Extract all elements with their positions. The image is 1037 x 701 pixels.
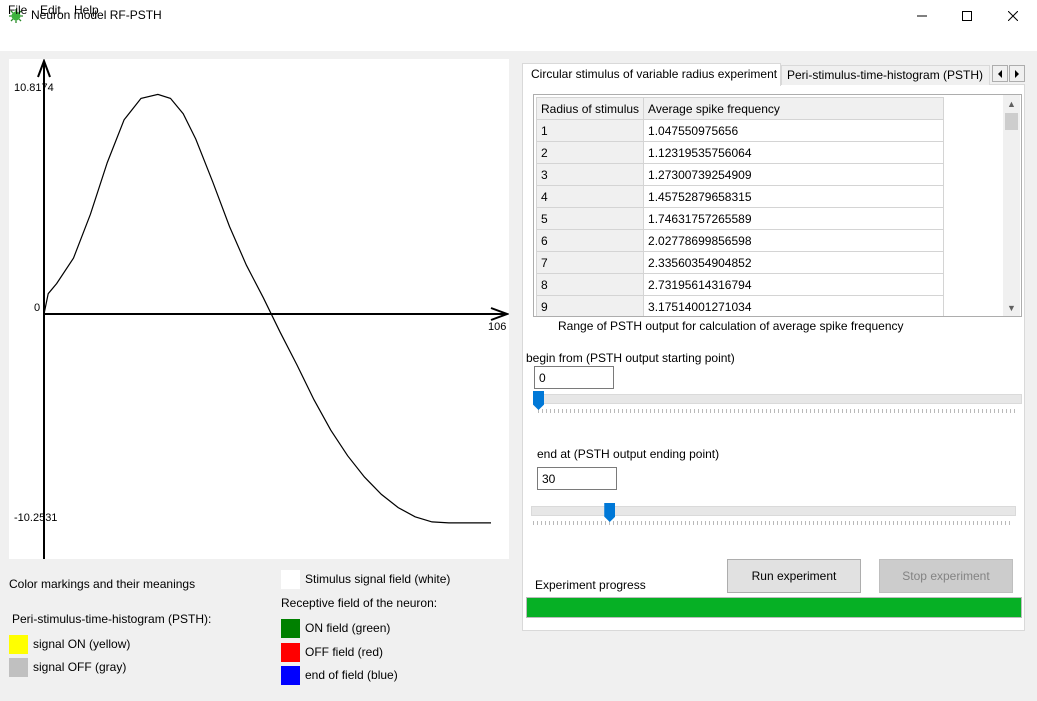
range-label: Range of PSTH output for calculation of …	[558, 319, 904, 333]
stop-experiment-button[interactable]: Stop experiment	[879, 559, 1013, 593]
end-input[interactable]	[537, 467, 617, 490]
begin-input[interactable]	[534, 366, 614, 389]
begin-slider-ticks	[538, 409, 1018, 413]
signal-on-swatch	[9, 635, 28, 654]
psth-legend-heading: Peri-stimulus-time-histogram (PSTH):	[12, 612, 212, 626]
radius-cell: 2	[535, 141, 645, 164]
table-row[interactable]: 7 2.33560354904852	[535, 251, 945, 274]
signal-on-label: signal ON (yellow)	[33, 637, 131, 651]
receptive-field-heading: Receptive field of the neuron:	[281, 596, 438, 610]
y-min-label: -10.2531	[14, 512, 57, 524]
column-header-radius[interactable]: Radius of stimulus	[535, 97, 645, 120]
on-field-swatch	[281, 619, 300, 638]
progress-fill	[527, 598, 1021, 617]
frequency-cell: 2.02778699856598	[643, 229, 945, 252]
experiment-progress-bar	[526, 597, 1022, 618]
psth-plot: 10.8174 0 -10.2531 106	[9, 59, 509, 559]
table-row[interactable]: 4 1.45752879658315	[535, 185, 945, 208]
stimulus-field-swatch	[281, 570, 300, 589]
maximize-button[interactable]	[944, 0, 990, 31]
x-max-label: 106	[488, 321, 506, 333]
close-icon	[1008, 10, 1018, 21]
radius-cell: 6	[535, 229, 645, 252]
legend-title: Color markings and their meanings	[9, 577, 196, 591]
y-zero-label: 0	[34, 302, 40, 314]
scrollbar-thumb[interactable]	[1005, 113, 1018, 130]
table-row[interactable]: 2 1.12319535756064	[535, 141, 945, 164]
frequency-cell: 1.12319535756064	[643, 141, 945, 164]
end-of-field-label: end of field (blue)	[305, 668, 398, 682]
end-slider-track[interactable]	[531, 506, 1016, 516]
tab-scroll-right-button[interactable]	[1009, 65, 1025, 82]
results-grid[interactable]: Radius of stimulus Average spike frequen…	[533, 94, 1022, 317]
frequency-cell: 1.047550975656	[643, 119, 945, 142]
results-table: Radius of stimulus Average spike frequen…	[535, 97, 945, 316]
arrow-left-icon	[998, 69, 1002, 78]
frequency-cell: 1.27300739254909	[643, 163, 945, 186]
psth-curve	[43, 93, 491, 524]
menu-help[interactable]: Help	[74, 3, 99, 17]
tab-psth[interactable]: Peri-stimulus-time-histogram (PSTH)	[781, 65, 990, 85]
on-field-label: ON field (green)	[305, 621, 391, 635]
frequency-cell: 2.33560354904852	[643, 251, 945, 274]
table-row[interactable]: 5 1.74631757265589	[535, 207, 945, 230]
radius-cell: 4	[535, 185, 645, 208]
frequency-cell: 1.45752879658315	[643, 185, 945, 208]
off-field-label: OFF field (red)	[305, 645, 384, 659]
menu-edit[interactable]: Edit	[40, 3, 61, 17]
frequency-cell: 1.74631757265589	[643, 207, 945, 230]
off-field-swatch	[281, 643, 300, 662]
minimize-button[interactable]	[899, 0, 945, 31]
stimulus-field-label: Stimulus signal field (white)	[305, 572, 451, 586]
table-row[interactable]: 9 3.17514001271034	[535, 295, 945, 316]
radius-cell: 3	[535, 163, 645, 186]
radius-cell: 7	[535, 251, 645, 274]
radius-cell: 8	[535, 273, 645, 296]
menu-file[interactable]: File	[8, 3, 27, 17]
signal-off-swatch	[9, 658, 28, 677]
table-row[interactable]: 8 2.73195614316794	[535, 273, 945, 296]
minimize-icon	[917, 15, 927, 16]
arrow-right-icon	[1015, 69, 1019, 78]
signal-off-label: signal OFF (gray)	[33, 660, 127, 674]
radius-cell: 5	[535, 207, 645, 230]
scroll-up-icon[interactable]: ▲	[1003, 96, 1020, 112]
radius-cell: 1	[535, 119, 645, 142]
close-button[interactable]	[990, 0, 1036, 31]
table-row[interactable]: 1 1.047550975656	[535, 119, 945, 142]
progress-label: Experiment progress	[535, 578, 646, 592]
table-row[interactable]: 6 2.02778699856598	[535, 229, 945, 252]
end-of-field-swatch	[281, 666, 300, 685]
grid-header-row: Radius of stimulus Average spike frequen…	[535, 97, 945, 120]
begin-label: begin from (PSTH output starting point)	[526, 351, 735, 365]
run-experiment-button[interactable]: Run experiment	[727, 559, 861, 593]
radius-cell: 9	[535, 295, 645, 316]
menu-bar	[0, 31, 1037, 51]
tab-scroll-left-button[interactable]	[992, 65, 1008, 82]
maximize-icon	[962, 10, 972, 21]
y-max-label: 10.8174	[14, 82, 54, 94]
begin-slider-track[interactable]	[536, 394, 1022, 404]
frequency-cell: 3.17514001271034	[643, 295, 945, 316]
table-row[interactable]: 3 1.27300739254909	[535, 163, 945, 186]
column-header-frequency[interactable]: Average spike frequency	[643, 97, 945, 120]
frequency-cell: 2.73195614316794	[643, 273, 945, 296]
end-label: end at (PSTH output ending point)	[537, 447, 720, 461]
tab-circular-stimulus[interactable]: Circular stimulus of variable radius exp…	[522, 63, 781, 86]
scroll-down-icon[interactable]: ▼	[1003, 300, 1020, 316]
end-slider-ticks	[533, 521, 1013, 525]
